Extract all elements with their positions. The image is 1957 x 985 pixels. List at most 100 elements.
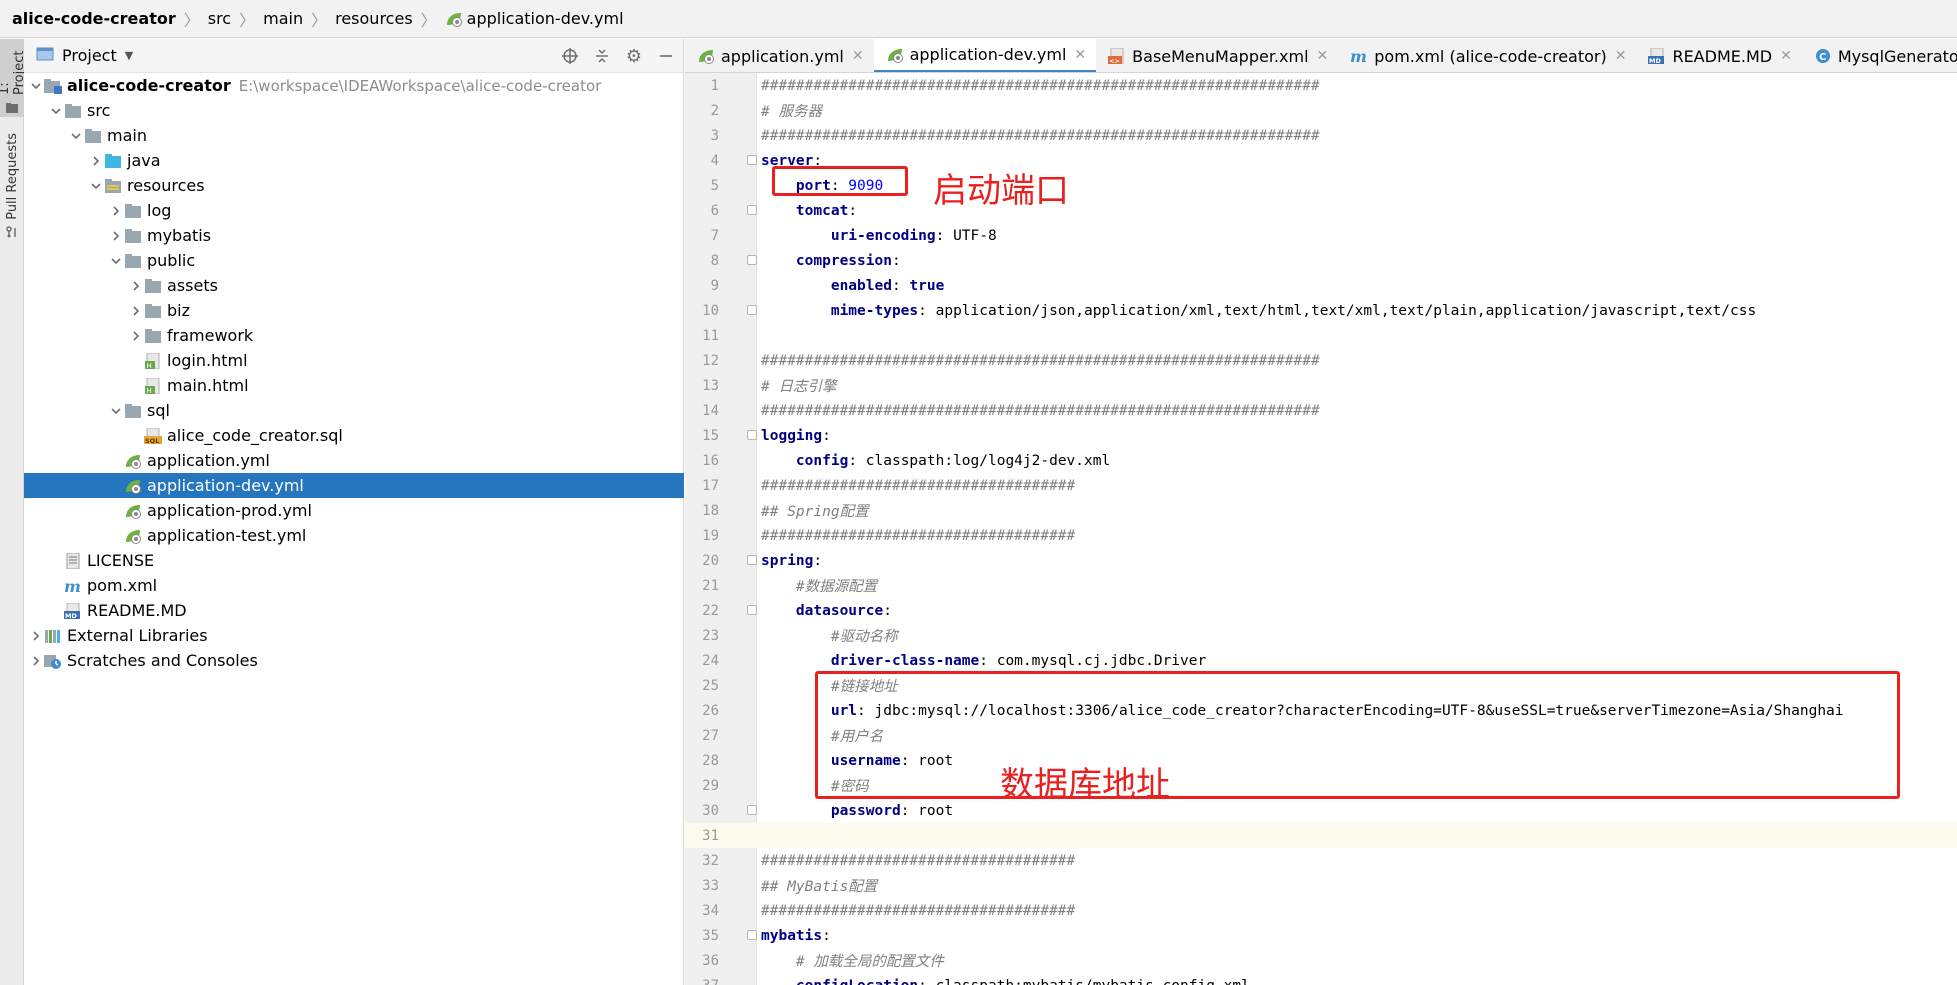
breadcrumb-item[interactable]: src (208, 9, 231, 28)
tree-item[interactable]: MD README.MD (24, 598, 684, 623)
fold-marker-icon[interactable] (747, 555, 757, 565)
collapse-all-icon[interactable] (593, 47, 611, 65)
code-line: 12 ######################################… (685, 348, 1957, 373)
code-editor[interactable]: 1 #######################################… (685, 73, 1957, 985)
chevron-right-icon[interactable] (128, 328, 144, 344)
project-view-selector[interactable]: Project (62, 46, 117, 65)
line-number: 1 (710, 77, 719, 94)
pull-requests-tool-button[interactable]: Pull Requests (0, 127, 24, 257)
code-text: #################################### (761, 527, 1076, 544)
fold-marker-icon[interactable] (747, 605, 757, 615)
chevron-down-icon[interactable]: ▼ (125, 49, 133, 62)
tree-item[interactable]: main (24, 123, 684, 148)
close-icon[interactable]: ✕ (1317, 48, 1329, 64)
svg-text:MD: MD (1649, 57, 1661, 64)
html-file-icon: H (144, 377, 162, 394)
tree-item[interactable]: Hlogin.html (24, 348, 684, 373)
editor-tab-label: application.yml (721, 46, 844, 66)
maven-icon: m (1350, 48, 1368, 64)
close-icon[interactable]: ✕ (1074, 47, 1086, 63)
tree-item[interactable]: sql (24, 398, 684, 423)
chevron-right-icon[interactable] (128, 303, 144, 319)
close-icon[interactable]: ✕ (1615, 48, 1627, 64)
chevron-right-icon[interactable] (88, 153, 104, 169)
chevron-down-icon[interactable] (108, 403, 124, 419)
line-number: 32 (702, 852, 719, 869)
close-icon[interactable]: ✕ (1780, 48, 1792, 64)
gear-icon[interactable]: ⚙ (625, 46, 643, 67)
tree-item[interactable]: LICENSE (24, 548, 684, 573)
tree-item[interactable]: application-prod.yml (24, 498, 684, 523)
editor-tab[interactable]: application.yml ✕ (685, 39, 874, 72)
fold-marker-icon[interactable] (747, 805, 757, 815)
fold-marker-icon[interactable] (747, 155, 757, 165)
tree-item[interactable]: src (24, 98, 684, 123)
tree-item[interactable]: m pom.xml (24, 573, 684, 598)
code-line: 32 #################################### (685, 848, 1957, 873)
chevron-right-icon[interactable] (28, 628, 44, 644)
chevron-down-icon[interactable] (48, 103, 64, 119)
editor-tab[interactable]: <> BaseMenuMapper.xml ✕ (1096, 39, 1338, 72)
tree-item[interactable]: public (24, 248, 684, 273)
sql-file-icon: SQL (144, 427, 162, 444)
tree-item[interactable]: biz (24, 298, 684, 323)
editor-tab[interactable]: C MysqlGeneratorServiceImpl.j (1802, 39, 1957, 72)
code-line: 2 # 服务器 (685, 98, 1957, 123)
chevron-right-icon[interactable] (108, 228, 124, 244)
tree-item-label: application-prod.yml (147, 501, 312, 520)
project-tool-button[interactable]: 1: Project (0, 39, 27, 117)
locate-file-icon[interactable] (561, 47, 579, 65)
editor-tab[interactable]: MD README.MD ✕ (1636, 39, 1801, 72)
editor-tab[interactable]: m pom.xml (alice-code-creator) ✕ (1338, 39, 1636, 72)
fold-marker-icon[interactable] (747, 305, 757, 315)
breadcrumb-item[interactable]: main (263, 9, 303, 28)
fold-marker-icon[interactable] (747, 205, 757, 215)
breadcrumb-item[interactable]: alice-code-creator (12, 9, 176, 28)
chevron-right-icon[interactable] (28, 653, 44, 669)
tree-item[interactable]: alice-code-creator E:\workspace\IDEAWorks… (24, 73, 684, 98)
tree-item-label: pom.xml (87, 576, 158, 595)
project-view-icon (36, 46, 54, 66)
chevron-down-icon[interactable] (108, 253, 124, 269)
line-number: 29 (702, 777, 719, 794)
tree-item[interactable]: application-test.yml (24, 523, 684, 548)
breadcrumb-item[interactable]: application-dev.yml (445, 9, 624, 28)
tree-item[interactable]: application-dev.yml (24, 473, 684, 498)
code-text: enabled: true (830, 277, 945, 294)
tree-item-label: public (147, 251, 196, 270)
fold-marker-icon[interactable] (747, 430, 757, 440)
breadcrumb-separator: 〉 (420, 10, 437, 30)
tree-item[interactable]: Hmain.html (24, 373, 684, 398)
tree-item[interactable]: log (24, 198, 684, 223)
chevron-down-icon[interactable] (68, 128, 84, 144)
chevron-down-icon[interactable] (88, 178, 104, 194)
tree-item[interactable]: application.yml (24, 448, 684, 473)
chevron-right-icon[interactable] (108, 203, 124, 219)
tree-item[interactable]: java (24, 148, 684, 173)
fold-marker-icon[interactable] (747, 930, 757, 940)
tree-item[interactable]: framework (24, 323, 684, 348)
tree-item-label: log (147, 201, 172, 220)
tree-item[interactable]: mybatis (24, 223, 684, 248)
chevron-down-icon[interactable] (28, 78, 44, 94)
line-number: 33 (702, 877, 719, 894)
tree-item[interactable]: External Libraries (24, 623, 684, 648)
code-text: password: root (830, 802, 954, 819)
code-line: 14 ######################################… (685, 398, 1957, 423)
tree-item[interactable]: assets (24, 273, 684, 298)
close-icon[interactable]: ✕ (852, 48, 864, 64)
minimize-icon[interactable] (657, 47, 675, 65)
tree-item[interactable]: SQL alice_code_creator.sql (24, 423, 684, 448)
tree-item[interactable]: resources (24, 173, 684, 198)
code-line: 34 #################################### (685, 898, 1957, 923)
tree-item[interactable]: Scratches and Consoles (24, 648, 684, 673)
editor-tab[interactable]: application-dev.yml ✕ (873, 39, 1097, 72)
line-number: 20 (702, 552, 719, 569)
breadcrumb-item[interactable]: resources (335, 9, 413, 28)
svg-text:H: H (147, 362, 152, 369)
fold-marker-icon[interactable] (747, 255, 757, 265)
chevron-right-icon[interactable] (128, 278, 144, 294)
code-line: 9 enabled: true (685, 273, 1957, 298)
code-text: datasource: (795, 602, 892, 619)
